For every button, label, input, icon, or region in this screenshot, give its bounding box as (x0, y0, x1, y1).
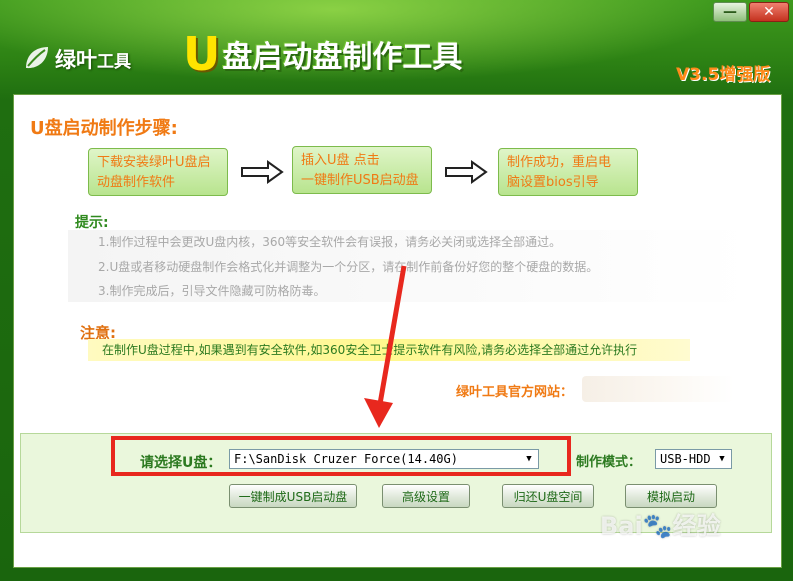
app-window: — ✕ 绿叶工具 U 盘启动盘制作工具 V3.5增强版 U盘启动制作步骤: 下载… (0, 0, 793, 581)
watermark-brand: Bai (600, 512, 643, 540)
annotation-arrow-icon (364, 265, 407, 428)
paw-icon: 🐾 (642, 512, 673, 540)
watermark-logo: Bai🐾经验 (600, 506, 721, 541)
watermark-url: jingyan.baidu.com (636, 543, 766, 559)
watermark-brand-suffix: 经验 (672, 512, 721, 540)
